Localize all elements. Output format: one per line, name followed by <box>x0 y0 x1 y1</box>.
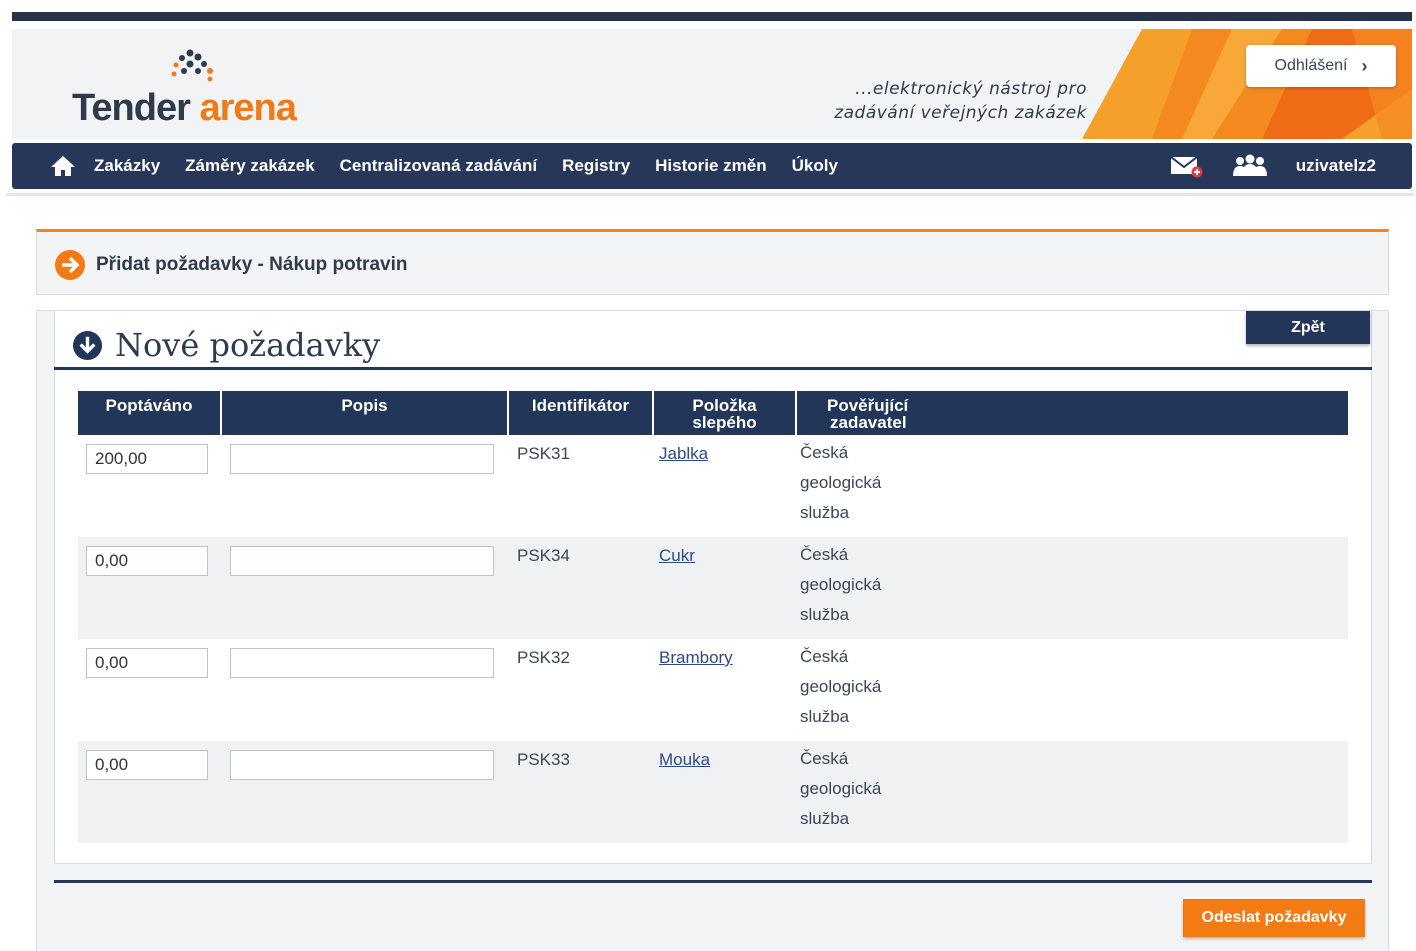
chevron-right-icon: › <box>1361 55 1368 76</box>
identifier-cell: PSK31 <box>517 444 570 463</box>
sponsor-line: služba <box>800 605 850 624</box>
back-button[interactable]: Zpět <box>1246 311 1370 344</box>
logo-arena-text: arena <box>199 87 296 129</box>
page-title: Přidat požadavky - Nákup potravin <box>96 254 408 275</box>
nav-right: uzivatelz2 <box>1170 143 1376 189</box>
footer-divider <box>54 880 1372 883</box>
quantity-input[interactable] <box>86 546 208 576</box>
sponsor-line: geologická <box>800 677 882 696</box>
description-input[interactable] <box>230 750 494 780</box>
tagline-line-1: ...elektronický nástroj pro <box>855 79 1087 99</box>
sponsor-line: Česká <box>800 443 849 462</box>
sponsor-cell: Česká geologická služba <box>796 744 1348 834</box>
submit-requests-button[interactable]: Odeslat požadavky <box>1183 899 1365 937</box>
nav-item-zakazky[interactable]: Zakázky <box>94 156 160 176</box>
identifier-cell: PSK32 <box>517 648 570 667</box>
item-link[interactable]: Brambory <box>653 648 733 667</box>
arrow-down-circle-icon <box>72 330 103 361</box>
table-row: PSK32 Brambory Česká geologická služba <box>78 639 1348 741</box>
item-link[interactable]: Jablka <box>653 444 708 463</box>
logo-tender-text: Tender <box>72 87 191 129</box>
quantity-input[interactable] <box>86 750 208 780</box>
nav-item-historie-zmen[interactable]: Historie změn <box>655 156 766 176</box>
section-divider <box>54 367 1372 370</box>
breadcrumb: Přidat požadavky - Nákup potravin <box>36 229 1389 295</box>
header: Tender arena ...elektronický nástroj pro… <box>12 29 1412 139</box>
nav-item-centralizovana-zadavani[interactable]: Centralizovaná zadávání <box>340 156 537 176</box>
tagline: ...elektronický nástroj pro zadávání veř… <box>834 77 1087 125</box>
logout-label: Odhlášení <box>1274 57 1348 74</box>
column-header-id[interactable]: Identifikátor <box>508 391 654 435</box>
column-header-qty[interactable]: Poptáváno <box>78 391 222 435</box>
section-title: Nové požadavky <box>115 326 381 364</box>
sponsor-line: Česká <box>800 749 849 768</box>
sponsor-line: služba <box>800 707 850 726</box>
description-input[interactable] <box>230 546 494 576</box>
table-row: PSK33 Mouka Česká geologická služba <box>78 741 1348 843</box>
item-link[interactable]: Mouka <box>653 750 710 769</box>
mail-new-icon[interactable] <box>1170 154 1204 178</box>
sponsor-line: geologická <box>800 779 882 798</box>
sponsor-line: služba <box>800 503 850 522</box>
sponsor-line: geologická <box>800 575 882 594</box>
table-header-row: Poptáváno Popis Identifikátor Položka sl… <box>78 391 1348 435</box>
column-header-sponsor[interactable]: Pověřující zadavatel <box>796 391 1348 435</box>
column-header-item-line-2: slepého <box>692 413 757 432</box>
sponsor-cell: Česká geologická služba <box>796 438 1348 528</box>
identifier-cell: PSK34 <box>517 546 570 565</box>
logo[interactable]: Tender arena <box>72 87 297 130</box>
description-input[interactable] <box>230 444 494 474</box>
page: Tender arena ...elektronický nástroj pro… <box>0 0 1416 951</box>
tagline-line-2: zadávání veřejných zakázek <box>834 103 1087 123</box>
nav-item-ukoly[interactable]: Úkoly <box>792 156 838 176</box>
item-link[interactable]: Cukr <box>653 546 695 565</box>
identifier-cell: PSK33 <box>517 750 570 769</box>
quantity-input[interactable] <box>86 648 208 678</box>
quantity-input[interactable] <box>86 444 208 474</box>
column-header-item[interactable]: Položka slepého <box>653 391 797 435</box>
sponsor-line: služba <box>800 809 850 828</box>
nav-item-registry[interactable]: Registry <box>562 156 630 176</box>
sponsor-cell: Česká geologická služba <box>796 540 1348 630</box>
sponsor-line: Česká <box>800 545 849 564</box>
requests-table: Poptáváno Popis Identifikátor Položka sl… <box>78 391 1348 843</box>
column-header-sponsor-line-2: zadavatel <box>830 413 907 432</box>
column-header-desc[interactable]: Popis <box>221 391 509 435</box>
sponsor-line: Česká <box>800 647 849 666</box>
top-bar <box>12 12 1412 21</box>
main-nav: Zakázky Záměry zakázek Centralizovaná za… <box>12 143 1412 189</box>
nav-item-zamery-zakazek[interactable]: Záměry zakázek <box>185 156 314 176</box>
header-divider <box>6 193 1414 196</box>
requests-panel: Nové požadavky Zpět Poptáváno Popis Iden… <box>36 310 1389 951</box>
logo-dots-icon <box>171 49 213 82</box>
sponsor-cell: Česká geologická služba <box>796 642 1348 732</box>
sponsor-line: geologická <box>800 473 882 492</box>
logout-button[interactable]: Odhlášení › <box>1246 45 1396 87</box>
table-row: PSK34 Cukr Česká geologická služba <box>78 537 1348 639</box>
user-menu[interactable]: uzivatelz2 <box>1296 156 1376 176</box>
users-icon[interactable] <box>1230 154 1270 178</box>
arrow-right-circle-icon <box>55 250 85 280</box>
column-header-item-line-1: Položka <box>692 396 757 415</box>
table-row: PSK31 Jablka Česká geologická služba <box>78 435 1348 537</box>
column-header-sponsor-line-1: Pověřující <box>827 396 909 415</box>
description-input[interactable] <box>230 648 494 678</box>
home-icon[interactable] <box>48 151 78 181</box>
